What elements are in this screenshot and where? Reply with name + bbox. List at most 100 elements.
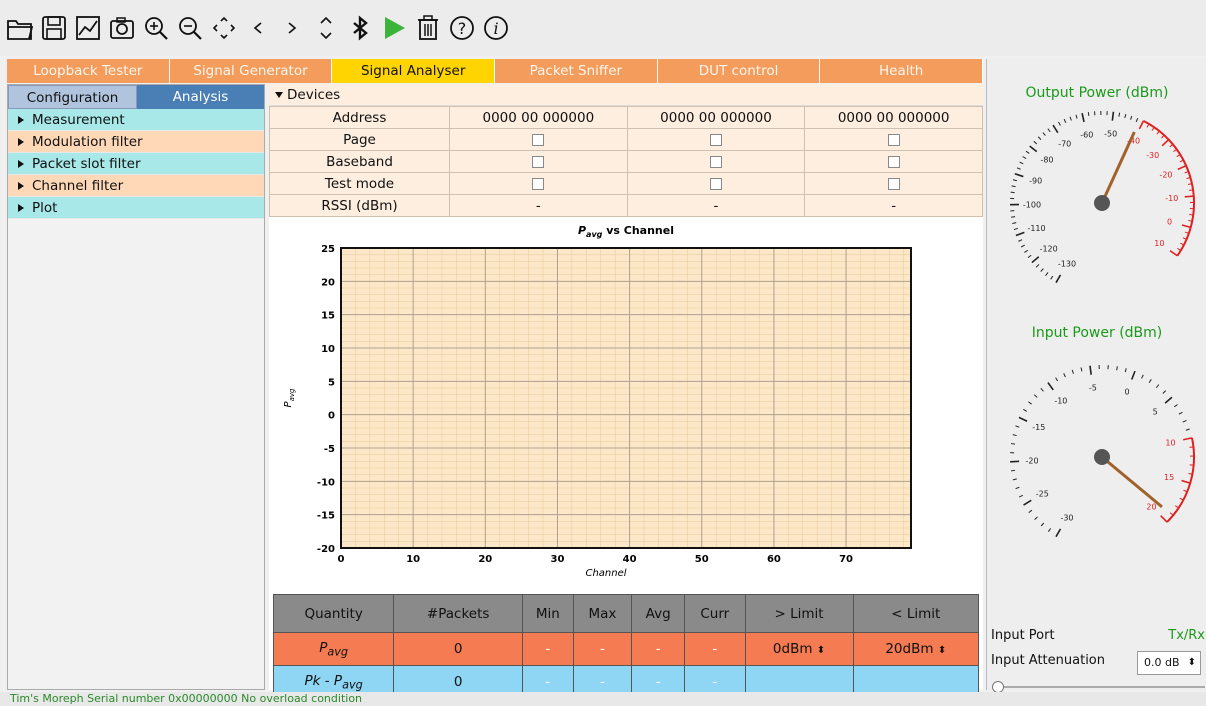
- expand-icon[interactable]: [310, 10, 342, 46]
- stats-row-pavg: Pavg 0 - - - - 0dBm ⬍ 20dBm ⬍: [272, 632, 980, 666]
- gauge-tick: [1014, 172, 1024, 178]
- lower-limit-spinbox[interactable]: 20dBm ⬍: [852, 632, 980, 666]
- y-tick-label: -20: [317, 544, 335, 555]
- gauge-tick: [1075, 114, 1078, 119]
- play-icon[interactable]: [378, 10, 410, 46]
- chart-icon[interactable]: [72, 10, 104, 46]
- gauge-label: -10: [1165, 194, 1178, 203]
- gauge-tick: [1011, 216, 1016, 218]
- save-icon[interactable]: [38, 10, 70, 46]
- gauge-tick: [1155, 384, 1160, 389]
- expand-arrow-icon: [18, 160, 24, 168]
- zoom-out-icon[interactable]: [174, 10, 206, 46]
- address-cell: 0000 00 000000: [804, 106, 983, 129]
- gauge-label: -10: [1054, 396, 1067, 405]
- col-header: < Limit: [852, 594, 980, 633]
- spin-arrows-icon: ⬍: [1187, 657, 1196, 668]
- bluetooth-icon[interactable]: [344, 10, 376, 46]
- rssi-cell: -: [449, 194, 628, 217]
- gauge-needle: [1101, 455, 1163, 509]
- slider-handle: [992, 681, 1004, 693]
- tree-item-plot[interactable]: Plot: [8, 197, 264, 219]
- gauge-tick: [1080, 367, 1083, 372]
- camera-icon[interactable]: [106, 10, 138, 46]
- gauge-tick: [1181, 224, 1191, 229]
- y-tick-label: 25: [321, 244, 335, 255]
- tree-item-packet-slot-filter[interactable]: Packet slot filter: [8, 153, 264, 175]
- address-cell: 0000 00 000000: [626, 106, 806, 129]
- gauge-tick: [1027, 254, 1032, 259]
- help-icon[interactable]: ?: [446, 10, 478, 46]
- input-port-label: Input Port: [991, 628, 1055, 643]
- gauge-tick: [1055, 528, 1062, 538]
- tab-signal-generator[interactable]: Signal Generator: [169, 59, 333, 83]
- avg-cell: -: [631, 632, 686, 666]
- tree-item-measurement[interactable]: Measurement: [8, 109, 264, 131]
- open-folder-icon[interactable]: [4, 10, 36, 46]
- gauge-tick: [1024, 249, 1029, 253]
- upper-limit-spinbox[interactable]: 0dBm ⬍: [744, 632, 854, 666]
- page-checkbox[interactable]: [887, 133, 900, 146]
- y-tick-label: 5: [328, 377, 335, 388]
- tab-dut-control[interactable]: DUT control: [657, 59, 821, 83]
- tab-configuration[interactable]: Configuration: [8, 85, 137, 109]
- svg-text:?: ?: [458, 19, 467, 38]
- baseband-checkbox[interactable]: [709, 155, 722, 168]
- spin-arrows-icon: ⬍: [937, 645, 947, 656]
- gauge-tick: [1087, 111, 1090, 117]
- tab-signal-analyser[interactable]: Signal Analyser: [332, 59, 496, 83]
- tab-packet-sniffer[interactable]: Packet Sniffer: [495, 59, 658, 83]
- devices-header[interactable]: Devices: [269, 84, 983, 106]
- input-port-value[interactable]: Tx/Rx: [1168, 628, 1205, 643]
- next-icon[interactable]: [276, 10, 308, 46]
- page-checkbox[interactable]: [532, 133, 545, 146]
- trash-icon[interactable]: [412, 10, 444, 46]
- page-checkbox[interactable]: [709, 133, 722, 146]
- baseband-checkbox[interactable]: [887, 155, 900, 168]
- tab-loopback-tester[interactable]: Loopback Tester: [7, 59, 170, 83]
- gauge-tick: [1058, 121, 1061, 126]
- zoom-in-icon[interactable]: [140, 10, 172, 46]
- input-attenuation-label: Input Attenuation: [991, 653, 1105, 668]
- input-power-gauge: -30 -25 -20 -15 -10 -5 0 5 10 15 20: [1010, 365, 1195, 538]
- info-icon[interactable]: i: [480, 10, 512, 46]
- gauge-tick: [1033, 140, 1038, 145]
- input-attenuation-spinbox[interactable]: 0.0 dB ⬍: [1137, 651, 1201, 675]
- tab-health[interactable]: Health: [820, 59, 984, 83]
- prev-icon[interactable]: [242, 10, 274, 46]
- x-tick-label: 30: [550, 554, 564, 565]
- gauge-tick: [1185, 428, 1190, 431]
- row-label: RSSI (dBm): [269, 194, 450, 217]
- baseband-checkbox[interactable]: [532, 155, 545, 168]
- status-bar: Tim's Moreph Serial number 0x00000000 No…: [0, 692, 1206, 706]
- gauge-tick: [1177, 164, 1187, 171]
- input-attenuation-row: Input Attenuation 0.0 dB ⬍: [991, 651, 1205, 675]
- gauge-label: -80: [1040, 156, 1053, 165]
- tree-item-channel-filter[interactable]: Channel filter: [8, 175, 264, 197]
- x-tick-label: 70: [839, 554, 853, 565]
- test-mode-checkbox[interactable]: [709, 177, 722, 190]
- y-tick-label: 15: [321, 311, 335, 322]
- gauge-tick: [1178, 411, 1183, 415]
- x-axis-label: Channel: [585, 568, 626, 579]
- gauge-label: -60: [1080, 131, 1093, 140]
- tab-analysis[interactable]: Analysis: [137, 85, 264, 109]
- expand-arrow-icon: [18, 138, 24, 146]
- spin-arrows-icon: ⬍: [816, 645, 826, 656]
- x-tick-label: 50: [695, 554, 709, 565]
- gauge-tick: [1124, 114, 1127, 119]
- test-mode-checkbox[interactable]: [887, 177, 900, 190]
- pan-icon[interactable]: [208, 10, 240, 46]
- gauge-hub: [1094, 449, 1110, 465]
- gauge-tick: [1012, 478, 1017, 481]
- gauge-tick: [1169, 249, 1178, 257]
- tree-item-modulation-filter[interactable]: Modulation filter: [8, 131, 264, 153]
- test-mode-checkbox[interactable]: [532, 177, 545, 190]
- gauge-tick: [1012, 179, 1017, 182]
- expand-arrow-icon: [18, 182, 24, 190]
- pavg-vs-channel-chart: Pavg vs Channel 0 10 20 30 40 50 60 70 25 20 15 10 5 0…: [269, 218, 983, 594]
- gauge-tick: [1018, 239, 1023, 242]
- gauge-tick: [1031, 256, 1040, 264]
- gauge-label: -5: [1089, 384, 1097, 393]
- gauge-label: 20: [1146, 502, 1156, 511]
